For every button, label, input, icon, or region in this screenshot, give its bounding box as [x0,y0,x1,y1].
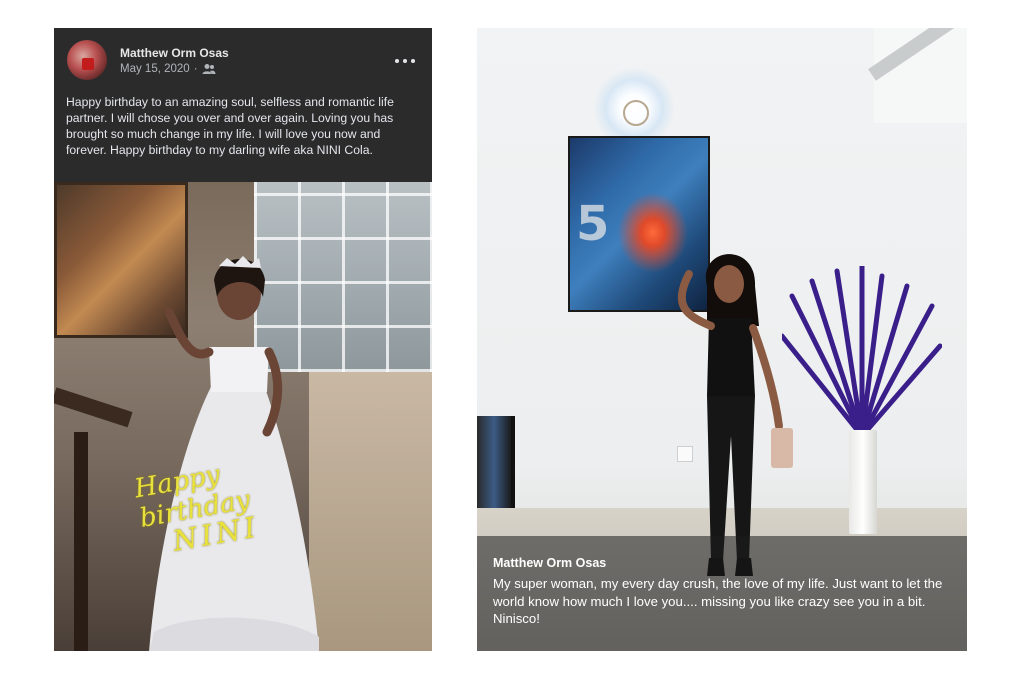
stair-rail [54,387,133,428]
light-fixture [623,100,649,126]
post-meta: May 15, 2020 · [120,63,216,75]
right-post: 5 Matthew Orm Osas My super woman, my ev… [477,28,967,651]
post-author[interactable]: Matthew Orm Osas [120,46,229,60]
caption-author[interactable]: Matthew Orm Osas [493,556,606,570]
stair-post [74,432,88,651]
avatar[interactable] [67,40,107,80]
woman-in-black-outfit [677,254,793,576]
avatar-badge [82,58,94,70]
painting-figure: 5 [576,196,610,252]
post-text: Happy birthday to an amazing soul, selfl… [66,95,394,157]
white-vase [849,430,877,534]
photo-caption: Matthew Orm Osas My super woman, my ever… [477,536,967,651]
left-post: Matthew Orm Osas May 15, 2020 · Happy bi… [54,28,432,651]
caption-text: My super woman, my every day crush, the … [493,575,959,628]
more-options-icon[interactable] [394,56,416,66]
caption-body: My super woman, my every day crush, the … [493,576,943,609]
friends-icon [202,64,216,74]
wall [309,372,432,651]
caption-signoff: Ninisco! [493,611,540,626]
post-header: Matthew Orm Osas May 15, 2020 · Happy bi… [54,28,432,182]
birthday-photo[interactable]: Happy birthday NINI [54,182,432,651]
post-date[interactable]: May 15, 2020 [120,63,190,75]
dot-separator: · [193,63,198,75]
